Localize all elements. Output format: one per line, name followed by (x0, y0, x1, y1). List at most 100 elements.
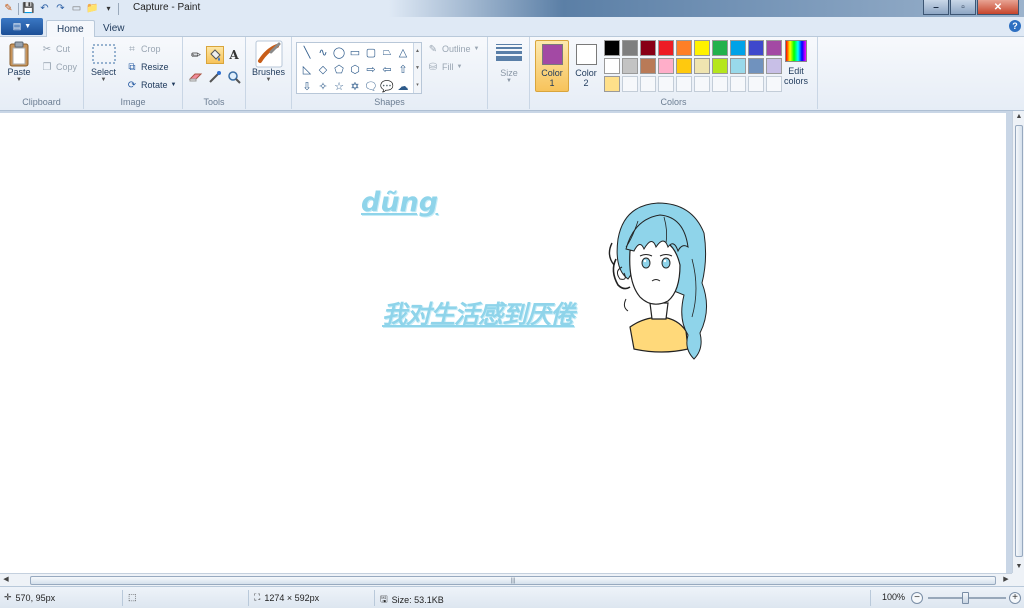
rotate-button[interactable]: ⟳ Rotate ▼ (126, 79, 177, 91)
close-button[interactable]: ✕ (977, 0, 1019, 15)
palette-color-1-4[interactable] (658, 40, 674, 56)
palette-color-1-1[interactable] (604, 40, 620, 56)
shapes-scroll[interactable]: ▲ ▼ ▾ (413, 43, 421, 93)
chevron-up-icon[interactable]: ▲ (415, 48, 420, 54)
pentagon-shape-icon[interactable]: ⬠ (331, 61, 347, 77)
minimize-button[interactable]: – (923, 0, 949, 15)
chevron-down-icon[interactable]: ▼ (415, 65, 420, 71)
hexagon-shape-icon[interactable]: ⬡ (347, 61, 363, 77)
palette-color-3-8[interactable] (730, 76, 746, 92)
outline-button[interactable]: ✎ Outline ▼ (427, 43, 480, 55)
palette-color-3-3[interactable] (640, 76, 656, 92)
tab-view[interactable]: View (93, 20, 135, 38)
zoom-in-icon[interactable]: + (1009, 592, 1021, 604)
palette-color-2-4[interactable] (658, 58, 674, 74)
palette-color-3-1[interactable] (604, 76, 620, 92)
palette-color-3-5[interactable] (676, 76, 692, 92)
palette-color-3-6[interactable] (694, 76, 710, 92)
horizontal-scroll-thumb[interactable]: ||| (30, 576, 996, 585)
right-triangle-shape-icon[interactable]: ◺ (299, 61, 315, 77)
palette-color-2-8[interactable] (730, 58, 746, 74)
drawing-canvas[interactable]: dũng 我对生活感到厌倦 (0, 113, 1006, 573)
rectangle-shape-icon[interactable]: ▭ (347, 44, 363, 60)
redo-icon[interactable]: ↷ (54, 2, 67, 15)
scroll-up-icon[interactable]: ▲ (1013, 111, 1024, 123)
copy-button[interactable]: ❐ Copy (41, 61, 78, 73)
polygon-shape-icon[interactable]: ⏢ (379, 44, 395, 60)
palette-color-2-2[interactable] (622, 58, 638, 74)
eraser-icon[interactable] (187, 68, 205, 86)
right-arrow-shape-icon[interactable]: ⇨ (363, 61, 379, 77)
up-arrow-shape-icon[interactable]: ⇧ (395, 61, 411, 77)
color2-button[interactable]: Color 2 (569, 40, 603, 92)
scroll-left-icon[interactable]: ◀ (0, 574, 12, 586)
tab-home[interactable]: Home (46, 20, 95, 38)
left-arrow-shape-icon[interactable]: ⇦ (379, 61, 395, 77)
fill-bucket-icon[interactable] (206, 46, 224, 64)
palette-color-2-6[interactable] (694, 58, 710, 74)
save-icon[interactable]: 💾 (22, 2, 35, 15)
undo-icon[interactable]: ↶ (38, 2, 51, 15)
select-button[interactable]: Select ▼ (91, 41, 116, 83)
crop-button[interactable]: ⌗ Crop (126, 43, 160, 55)
rounded-callout-shape-icon[interactable]: 🗨 (363, 78, 379, 94)
scroll-right-icon[interactable]: ▶ (1000, 574, 1012, 586)
expand-gallery-icon[interactable]: ▾ (416, 82, 419, 88)
brushes-button[interactable]: Brushes ▼ (252, 40, 285, 83)
palette-color-2-10[interactable] (766, 58, 782, 74)
palette-color-2-3[interactable] (640, 58, 656, 74)
zoom-out-icon[interactable]: − (911, 592, 923, 604)
palette-color-2-1[interactable] (604, 58, 620, 74)
palette-color-1-9[interactable] (748, 40, 764, 56)
horizontal-scrollbar[interactable]: ◀ ||| ▶ (0, 573, 1012, 586)
palette-color-3-7[interactable] (712, 76, 728, 92)
oval-shape-icon[interactable]: ◯ (331, 44, 347, 60)
maximize-button[interactable]: ▫ (950, 0, 976, 15)
palette-color-3-9[interactable] (748, 76, 764, 92)
vertical-scrollbar[interactable]: ▲ ▼ (1012, 111, 1024, 573)
edit-colors-button[interactable]: Edit colors (781, 40, 811, 86)
four-point-star-shape-icon[interactable]: ✧ (315, 78, 331, 94)
palette-color-2-5[interactable] (676, 58, 692, 74)
palette-color-1-8[interactable] (730, 40, 746, 56)
open-folder-icon[interactable]: 📁 (86, 2, 99, 15)
palette-color-2-9[interactable] (748, 58, 764, 74)
palette-color-3-10[interactable] (766, 76, 782, 92)
rounded-rectangle-shape-icon[interactable]: ▢ (363, 44, 379, 60)
palette-color-1-7[interactable] (712, 40, 728, 56)
customize-qat-icon[interactable]: ▾ (102, 2, 115, 15)
palette-color-1-6[interactable] (694, 40, 710, 56)
paste-button[interactable]: Paste ▼ (7, 41, 31, 83)
new-window-icon[interactable]: ▭ (70, 2, 83, 15)
palette-color-1-2[interactable] (622, 40, 638, 56)
six-point-star-shape-icon[interactable]: ✡ (347, 78, 363, 94)
resize-button[interactable]: ⧉ Resize (126, 61, 168, 73)
palette-color-1-3[interactable] (640, 40, 656, 56)
palette-color-2-7[interactable] (712, 58, 728, 74)
text-tool-icon[interactable]: A (225, 46, 243, 64)
triangle-shape-icon[interactable]: △ (395, 44, 411, 60)
paint-menu-button[interactable]: ▤ ▼ (1, 18, 43, 35)
magnifier-icon[interactable] (225, 68, 243, 86)
palette-color-1-10[interactable] (766, 40, 782, 56)
zoom-slider-thumb[interactable] (962, 592, 969, 604)
diamond-shape-icon[interactable]: ◇ (315, 61, 331, 77)
color-picker-icon[interactable] (206, 68, 224, 86)
line-shape-icon[interactable]: ╲ (299, 44, 315, 60)
scroll-down-icon[interactable]: ▼ (1013, 561, 1024, 573)
down-arrow-shape-icon[interactable]: ⇩ (299, 78, 315, 94)
vertical-scroll-thumb[interactable] (1015, 125, 1023, 557)
paint-app-icon[interactable]: ✎ (2, 2, 15, 15)
palette-color-1-5[interactable] (676, 40, 692, 56)
color1-button[interactable]: Color 1 (535, 40, 569, 92)
help-icon[interactable]: ? (1009, 20, 1021, 32)
palette-color-3-4[interactable] (658, 76, 674, 92)
cut-button[interactable]: ✂ Cut (41, 43, 70, 55)
fill-button[interactable]: ⛁ Fill ▼ (427, 61, 463, 73)
curve-shape-icon[interactable]: ∿ (315, 44, 331, 60)
five-point-star-shape-icon[interactable]: ☆ (331, 78, 347, 94)
cloud-callout-shape-icon[interactable]: ☁ (395, 78, 411, 94)
palette-color-3-2[interactable] (622, 76, 638, 92)
oval-callout-shape-icon[interactable]: 💬 (379, 78, 395, 94)
pencil-icon[interactable]: ✏ (187, 46, 205, 64)
